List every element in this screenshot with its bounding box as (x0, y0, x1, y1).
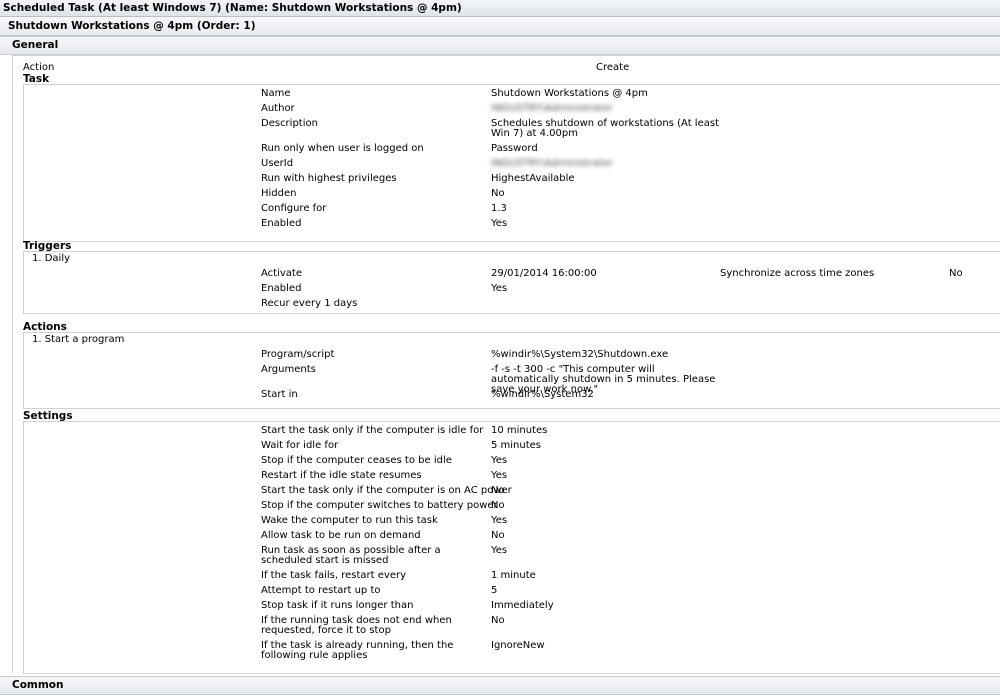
settings-row-label: Wake the computer to run this task (261, 515, 438, 526)
settings-row-value: Yes (491, 455, 508, 466)
task-row-value: INDUSTRY\Administrator (491, 103, 613, 114)
task-row-value: INDUSTRY\Administrator (491, 158, 613, 169)
task-group-box: Name Shutdown Workstations @ 4pm Author … (23, 84, 1000, 242)
general-section-header[interactable]: General (0, 36, 1000, 55)
settings-row-value: Yes (491, 470, 508, 481)
action-row-value: %windir%\System32 (491, 389, 594, 400)
settings-row-label: If the task fails, restart every (261, 570, 407, 581)
trigger-row-label: Activate (261, 268, 302, 279)
actions-group-box: 1. Start a program Program/script %windi… (23, 332, 1000, 409)
task-row-value: Password (491, 143, 538, 154)
settings-row-label: Start the task only if the computer is i… (261, 425, 484, 436)
trigger-row-label: Enabled (261, 283, 302, 294)
sync-timezones-label: Synchronize across time zones (720, 268, 875, 279)
settings-row-value: 5 minutes (491, 440, 542, 451)
settings-row-value: Immediately (491, 600, 554, 611)
common-header-label: Common (12, 679, 64, 691)
trigger-row-value: Yes (491, 283, 508, 294)
task-row-label: Enabled (261, 218, 302, 229)
settings-row-value: Yes (491, 515, 508, 526)
settings-row-value: No (491, 500, 505, 511)
settings-row-label: Wait for idle for (261, 440, 339, 451)
settings-row-value: No (491, 615, 505, 626)
settings-row-value: IgnoreNew (491, 640, 545, 651)
action-row-label: Start in (261, 389, 298, 400)
settings-row-label: Stop if the computer switches to battery… (261, 500, 498, 511)
settings-row-value: 10 minutes (491, 425, 548, 436)
task-row-value: Schedules shutdown of workstations (At l… (491, 118, 719, 139)
settings-row-value: 5 (491, 585, 498, 596)
action-label: Action (23, 62, 55, 73)
task-row-label: Configure for (261, 203, 327, 214)
task-row-value: HighestAvailable (491, 173, 575, 184)
task-row-value: Shutdown Workstations @ 4pm (491, 88, 648, 99)
sync-timezones-value: No (949, 268, 963, 279)
settings-row-label: If the running task does not end when re… (261, 615, 452, 636)
settings-row-label: If the task is already running, then the… (261, 640, 454, 661)
settings-row-label: Stop if the computer ceases to be idle (261, 455, 452, 466)
general-header-label: General (12, 39, 59, 51)
settings-group-box: Start the task only if the computer is i… (23, 421, 1000, 674)
trigger-row-value: 29/01/2014 16:00:00 (491, 268, 597, 279)
task-row-label: Name (261, 88, 291, 99)
task-row-label: Author (261, 103, 295, 114)
task-row-value: Yes (491, 218, 508, 229)
task-row-label: Run only when user is logged on (261, 143, 424, 154)
settings-row-label: Attempt to restart up to (261, 585, 381, 596)
settings-row-value: No (491, 485, 505, 496)
settings-row-value: No (491, 530, 505, 541)
window-title: Scheduled Task (At least Windows 7) (Nam… (0, 0, 1000, 17)
task-row-label: Hidden (261, 188, 297, 199)
task-row-label: Run with highest privileges (261, 173, 397, 184)
settings-row-label: Restart if the idle state resumes (261, 470, 422, 481)
item-title: Shutdown Workstations @ 4pm (Order: 1) (0, 17, 1000, 36)
action-value: Create (596, 62, 630, 73)
settings-row-label: Stop task if it runs longer than (261, 600, 414, 611)
common-section-header[interactable]: Common (0, 676, 1000, 695)
task-row-label: Description (261, 118, 318, 129)
settings-row-label: Start the task only if the computer is o… (261, 485, 512, 496)
task-row-label: UserId (261, 158, 294, 169)
general-panel: Action Create Task Name Shutdown Worksta… (12, 55, 1000, 674)
task-row-value: 1.3 (491, 203, 507, 214)
action-row-label: Program/script (261, 349, 335, 360)
task-row-value: No (491, 188, 505, 199)
trigger-row-label: Recur every 1 days (261, 298, 358, 309)
trigger-item-label: 1. Daily (32, 253, 71, 264)
triggers-group-box: 1. Daily Activate 29/01/2014 16:00:00 Sy… (23, 251, 1000, 314)
action-item-label: 1. Start a program (32, 334, 125, 345)
settings-row-value: 1 minute (491, 570, 536, 581)
settings-row-label: Allow task to be run on demand (261, 530, 421, 541)
action-row-label: Arguments (261, 364, 316, 375)
settings-row-value: Yes (491, 545, 508, 556)
action-row-value: %windir%\System32\Shutdown.exe (491, 349, 669, 360)
settings-row-label: Run task as soon as possible after a sch… (261, 545, 441, 566)
